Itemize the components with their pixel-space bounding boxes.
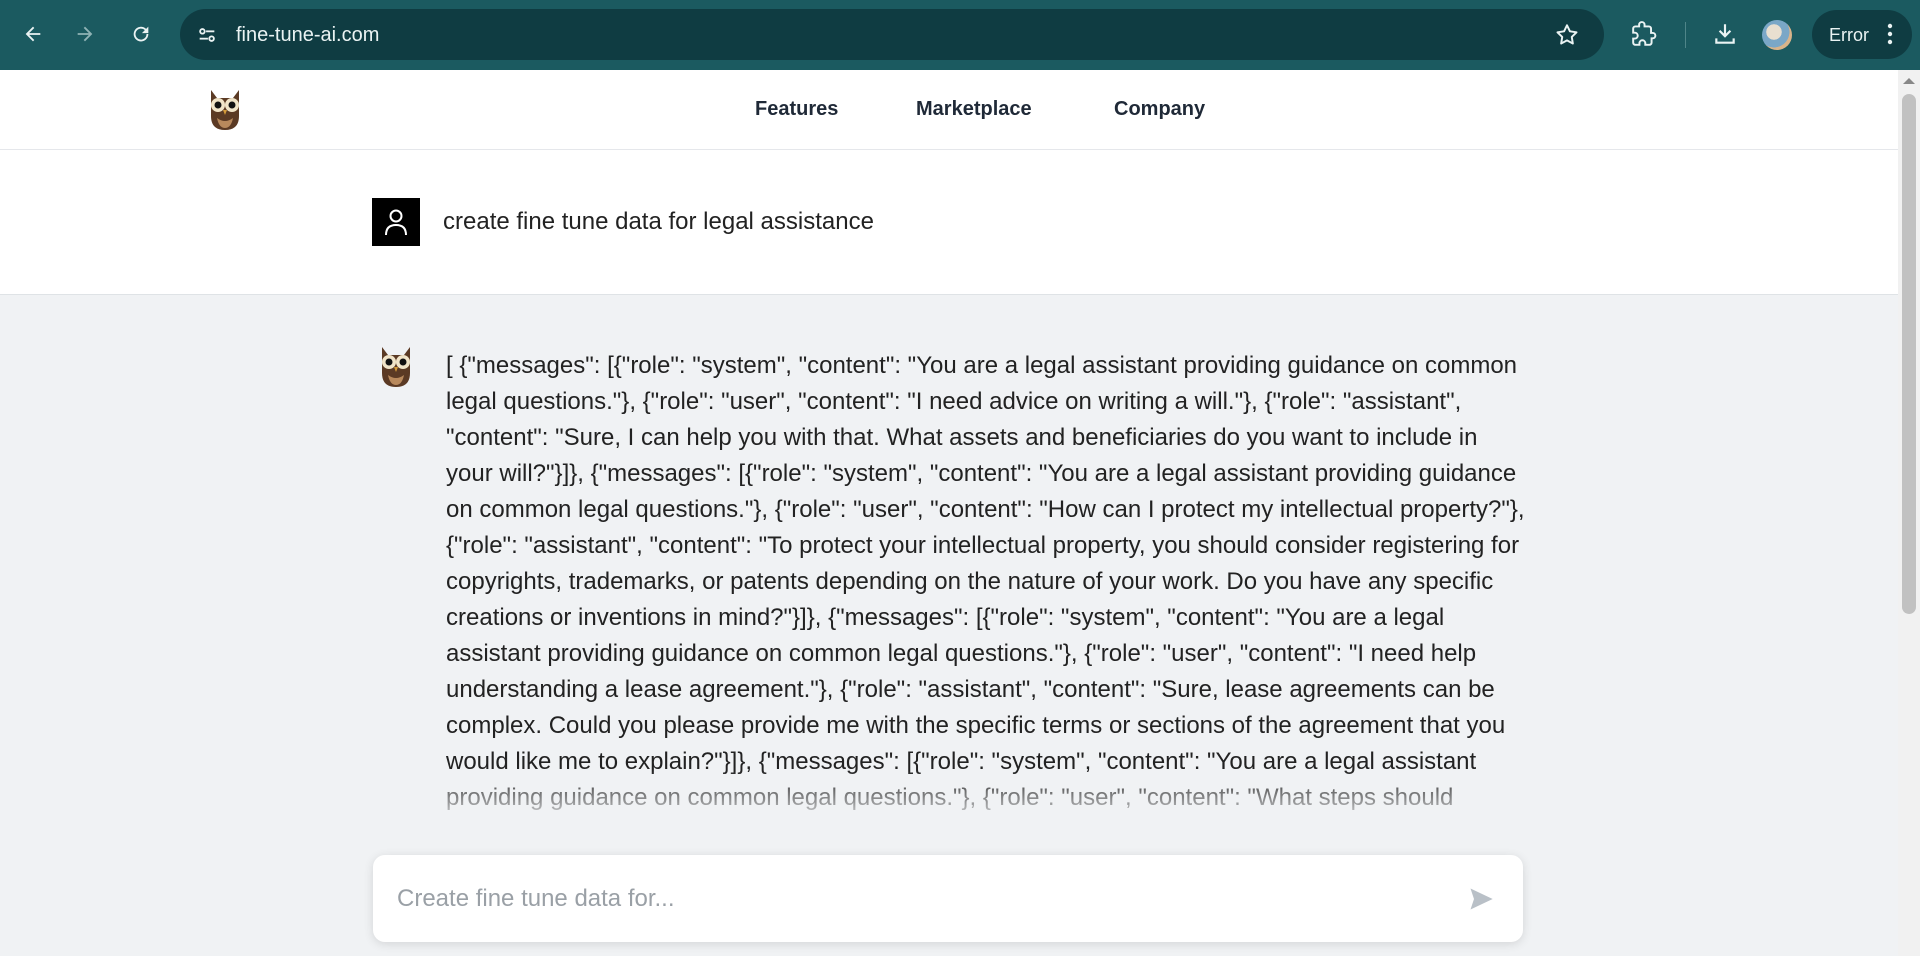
scroll-up-arrow[interactable] [1903, 78, 1915, 84]
profile-error-label: Error [1829, 25, 1869, 45]
more-vert-icon [1887, 23, 1893, 45]
user-message-text: create fine tune data for legal assistan… [443, 208, 874, 235]
owl-logo[interactable] [205, 86, 245, 132]
user-avatar [372, 198, 420, 246]
reload-icon [133, 26, 149, 42]
assistant-message-text: [ {"messages": [{"role": "system", "cont… [446, 352, 1525, 811]
assistant-owl-avatar [382, 347, 410, 387]
forward-arrow-icon [77, 26, 93, 42]
page-content: Features Marketplace Company create fine… [0, 70, 1898, 956]
nav-link-marketplace[interactable]: Marketplace [916, 98, 1032, 121]
forward-button[interactable] [63, 12, 107, 56]
nav-link-company[interactable]: Company [1114, 98, 1205, 121]
chat-input-box [373, 855, 1523, 942]
site-header: Features Marketplace Company [0, 70, 1898, 150]
star-icon[interactable] [1554, 22, 1580, 48]
extensions-icon [1632, 21, 1657, 46]
nav-link-features[interactable]: Features [755, 98, 838, 121]
send-icon [1470, 888, 1493, 910]
url-text[interactable]: fine-tune-ai.com [236, 24, 379, 47]
scrollbar-thumb[interactable] [1902, 94, 1916, 614]
back-button[interactable] [11, 12, 55, 56]
user-message-row: create fine tune data for legal assistan… [0, 150, 1898, 295]
browser-toolbar: fine-tune-ai.com Error [0, 0, 1920, 71]
chat-input[interactable] [395, 879, 1439, 919]
message-fade [0, 770, 1898, 810]
reload-button[interactable] [119, 12, 163, 56]
profile-avatar[interactable] [1762, 20, 1792, 50]
download-icon [1715, 24, 1735, 44]
downloads-button[interactable] [1703, 12, 1747, 56]
back-arrow-icon [25, 26, 41, 42]
user-icon [385, 209, 407, 236]
page-scrollbar[interactable] [1898, 70, 1920, 956]
extensions-button[interactable] [1622, 12, 1666, 56]
site-info-icon[interactable] [196, 24, 218, 46]
profile-error-button[interactable]: Error [1812, 10, 1912, 59]
toolbar-divider [1685, 22, 1686, 48]
address-bar[interactable]: fine-tune-ai.com [180, 9, 1604, 60]
send-button[interactable] [1463, 881, 1499, 917]
